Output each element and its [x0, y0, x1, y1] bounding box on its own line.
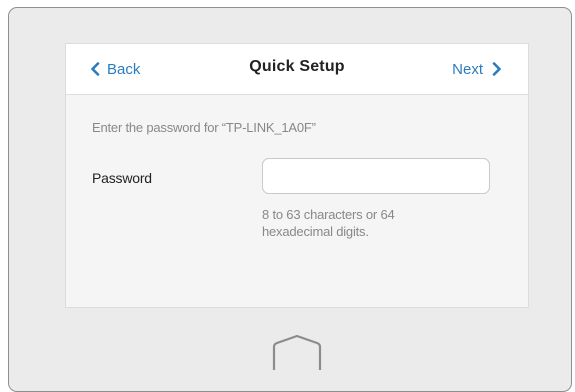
- quick-setup-panel: Back Quick Setup Next Enter the password…: [65, 43, 529, 308]
- home-icon[interactable]: [270, 333, 324, 373]
- next-button[interactable]: Next: [452, 58, 502, 80]
- password-label: Password: [92, 170, 152, 186]
- password-input[interactable]: [262, 158, 490, 194]
- password-prompt: Enter the password for “TP-LINK_1A0F”: [92, 120, 316, 135]
- chevron-right-icon: [492, 62, 501, 76]
- password-hint: 8 to 63 characters or 64 hexadecimal dig…: [262, 207, 395, 239]
- next-label: Next: [452, 60, 483, 78]
- header-bar: Back Quick Setup Next: [66, 44, 528, 95]
